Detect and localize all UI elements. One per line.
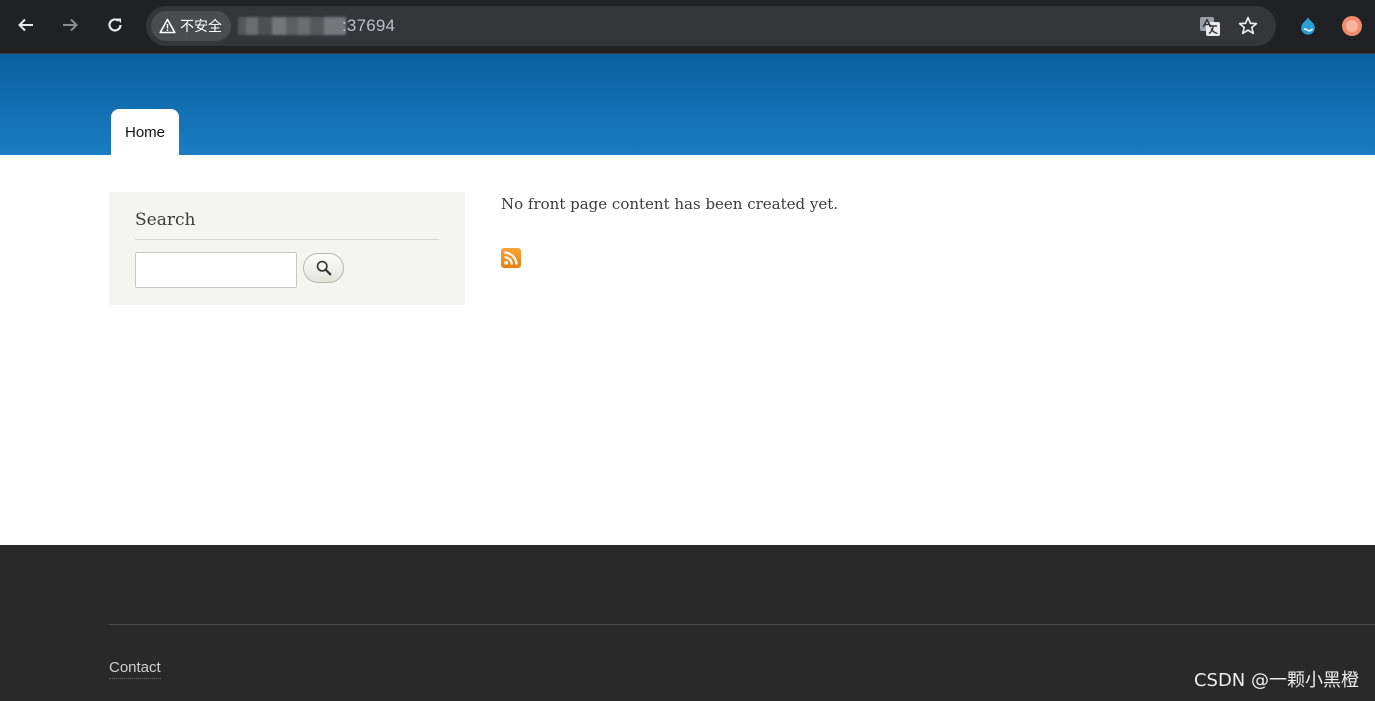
warning-triangle-icon <box>159 18 176 34</box>
site-footer: Contact CSDN @一颗小黑橙 <box>0 545 1375 701</box>
search-block-title: Search <box>135 210 196 230</box>
watermark: CSDN @一颗小黑橙 <box>1193 670 1359 691</box>
search-block: Search <box>109 192 465 305</box>
forward-button[interactable] <box>56 11 84 39</box>
browser-toolbar: 不安全 :37694 <box>0 0 1375 54</box>
forward-arrow-icon <box>63 18 78 32</box>
drupal-extension-button[interactable] <box>1297 15 1319 37</box>
address-bar[interactable]: 不安全 :37694 <box>146 6 1276 46</box>
divider <box>135 239 439 240</box>
footer-link-contact[interactable]: Contact <box>109 659 161 679</box>
footer-divider <box>109 624 1375 625</box>
site-header: Home <box>0 54 1375 155</box>
translate-button[interactable] <box>1198 14 1222 38</box>
back-arrow-icon <box>18 18 33 32</box>
drupal-extension-icon <box>1301 17 1315 35</box>
url-text[interactable]: :37694 <box>342 16 395 36</box>
reload-button[interactable] <box>101 11 129 39</box>
nav-tab-home[interactable]: Home <box>111 109 179 155</box>
translate-icon <box>1200 17 1220 36</box>
magnifier-icon <box>316 260 331 276</box>
front-page-message: No front page content has been created y… <box>501 195 839 213</box>
profile-button[interactable] <box>1341 15 1363 37</box>
url-host-redacted <box>238 17 346 35</box>
search-button[interactable] <box>303 253 344 283</box>
security-indicator[interactable]: 不安全 <box>151 11 231 41</box>
profile-avatar-icon <box>1342 16 1362 36</box>
rss-feed-icon[interactable] <box>501 248 521 268</box>
bookmark-button[interactable] <box>1236 14 1260 38</box>
security-label: 不安全 <box>180 19 222 35</box>
search-input[interactable] <box>135 252 297 288</box>
back-button[interactable] <box>12 11 40 39</box>
rss-glyph <box>504 251 518 265</box>
reload-icon <box>108 18 122 32</box>
bookmark-star-icon <box>1238 16 1258 35</box>
